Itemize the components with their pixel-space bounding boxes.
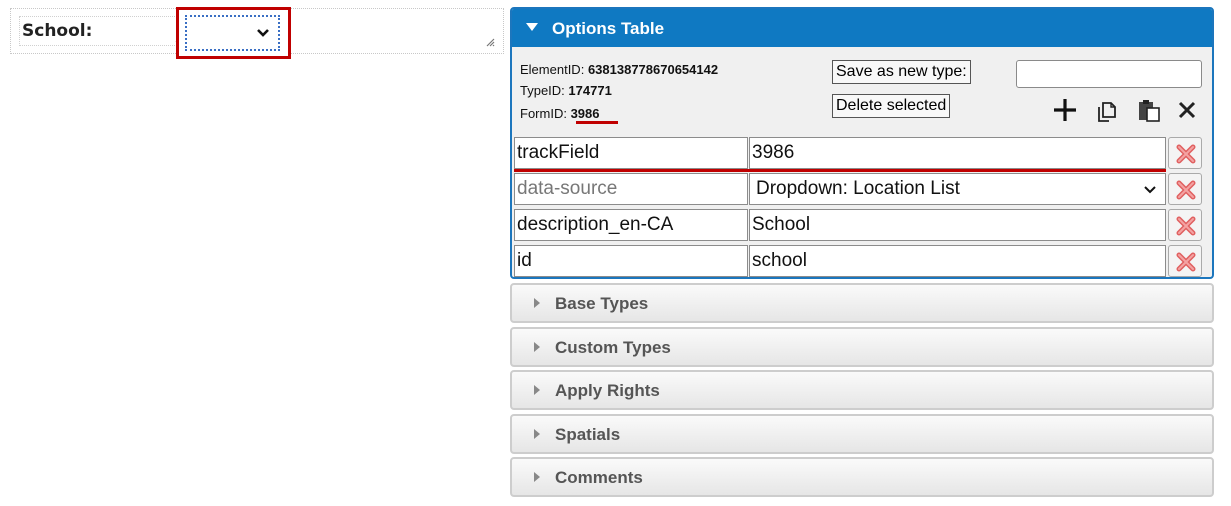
type-id-line: TypeID: 174771: [520, 83, 612, 98]
form-id-value: 3986: [570, 106, 600, 121]
accordion-custom-types[interactable]: Custom Types: [510, 327, 1214, 367]
element-id-value: 638138778670654142: [587, 62, 719, 77]
accordion-comments[interactable]: Comments: [510, 457, 1214, 497]
accordion-spatials[interactable]: Spatials: [510, 414, 1214, 454]
field-label-cell[interactable]: School:: [19, 16, 187, 46]
form-id-label: FormID:: [520, 106, 567, 121]
accordion-label: Comments: [555, 468, 643, 487]
chevron-down-icon: [257, 29, 269, 37]
copy-icon[interactable]: [1094, 97, 1120, 123]
delete-row-button[interactable]: [1168, 137, 1202, 169]
option-key-trackField[interactable]: trackField: [514, 137, 748, 169]
triangle-right-icon: [534, 385, 540, 395]
delete-x-icon: [1176, 180, 1196, 200]
form-id-line: FormID: 3986: [520, 106, 600, 121]
element-id-label: ElementID:: [520, 62, 585, 77]
delete-x-icon: [1176, 252, 1196, 272]
triangle-right-icon: [534, 342, 540, 352]
accordion-label: Custom Types: [555, 338, 671, 357]
resize-grip-icon[interactable]: [485, 37, 495, 47]
triangle-right-icon: [534, 472, 540, 482]
accordion-base-types[interactable]: Base Types: [510, 283, 1214, 323]
data-source-select-value: Dropdown: Location List: [756, 178, 960, 199]
option-key-description[interactable]: description_en-CA: [514, 209, 748, 241]
delete-x-icon: [1176, 144, 1196, 164]
save-as-new-type-button[interactable]: Save as new type:: [832, 60, 971, 84]
chevron-down-icon: [1144, 186, 1156, 194]
option-value-id[interactable]: school: [749, 245, 1166, 277]
type-id-label: TypeID:: [520, 83, 565, 98]
option-key-data-source[interactable]: data-source: [514, 173, 748, 205]
close-icon[interactable]: [1174, 97, 1200, 123]
plus-icon[interactable]: [1052, 97, 1078, 123]
delete-row-button[interactable]: [1168, 245, 1202, 277]
form-id-underline: [576, 121, 618, 124]
data-source-select[interactable]: Dropdown: Location List: [749, 173, 1166, 205]
options-table-panel: Options Table ElementID: 638138778670654…: [510, 7, 1214, 279]
delete-selected-button[interactable]: Delete selected: [832, 94, 951, 118]
delete-row-button[interactable]: [1168, 209, 1202, 241]
option-key-id[interactable]: id: [514, 245, 748, 277]
school-select[interactable]: [185, 15, 280, 51]
element-id-line: ElementID: 638138778670654142: [520, 62, 718, 77]
delete-x-icon: [1176, 216, 1196, 236]
option-value-trackField[interactable]: 3986: [749, 137, 1166, 169]
paste-icon[interactable]: [1136, 97, 1162, 123]
triangle-right-icon: [534, 429, 540, 439]
selected-element-highlight: [176, 7, 291, 59]
new-type-name-input[interactable]: [1016, 60, 1202, 88]
delete-row-button[interactable]: [1168, 173, 1202, 205]
row-highlight-underline: [514, 169, 1166, 172]
accordion-label: Base Types: [555, 294, 649, 313]
accordion-label: Apply Rights: [555, 381, 660, 400]
triangle-down-icon: [526, 23, 538, 31]
type-id-value: 174771: [568, 83, 612, 98]
option-value-description[interactable]: School: [749, 209, 1166, 241]
options-table-header[interactable]: Options Table: [512, 9, 1212, 47]
accordion-apply-rights[interactable]: Apply Rights: [510, 370, 1214, 410]
options-table-title: Options Table: [552, 19, 665, 38]
field-label: School:: [22, 21, 93, 41]
accordion-label: Spatials: [555, 425, 621, 444]
triangle-right-icon: [534, 298, 540, 308]
